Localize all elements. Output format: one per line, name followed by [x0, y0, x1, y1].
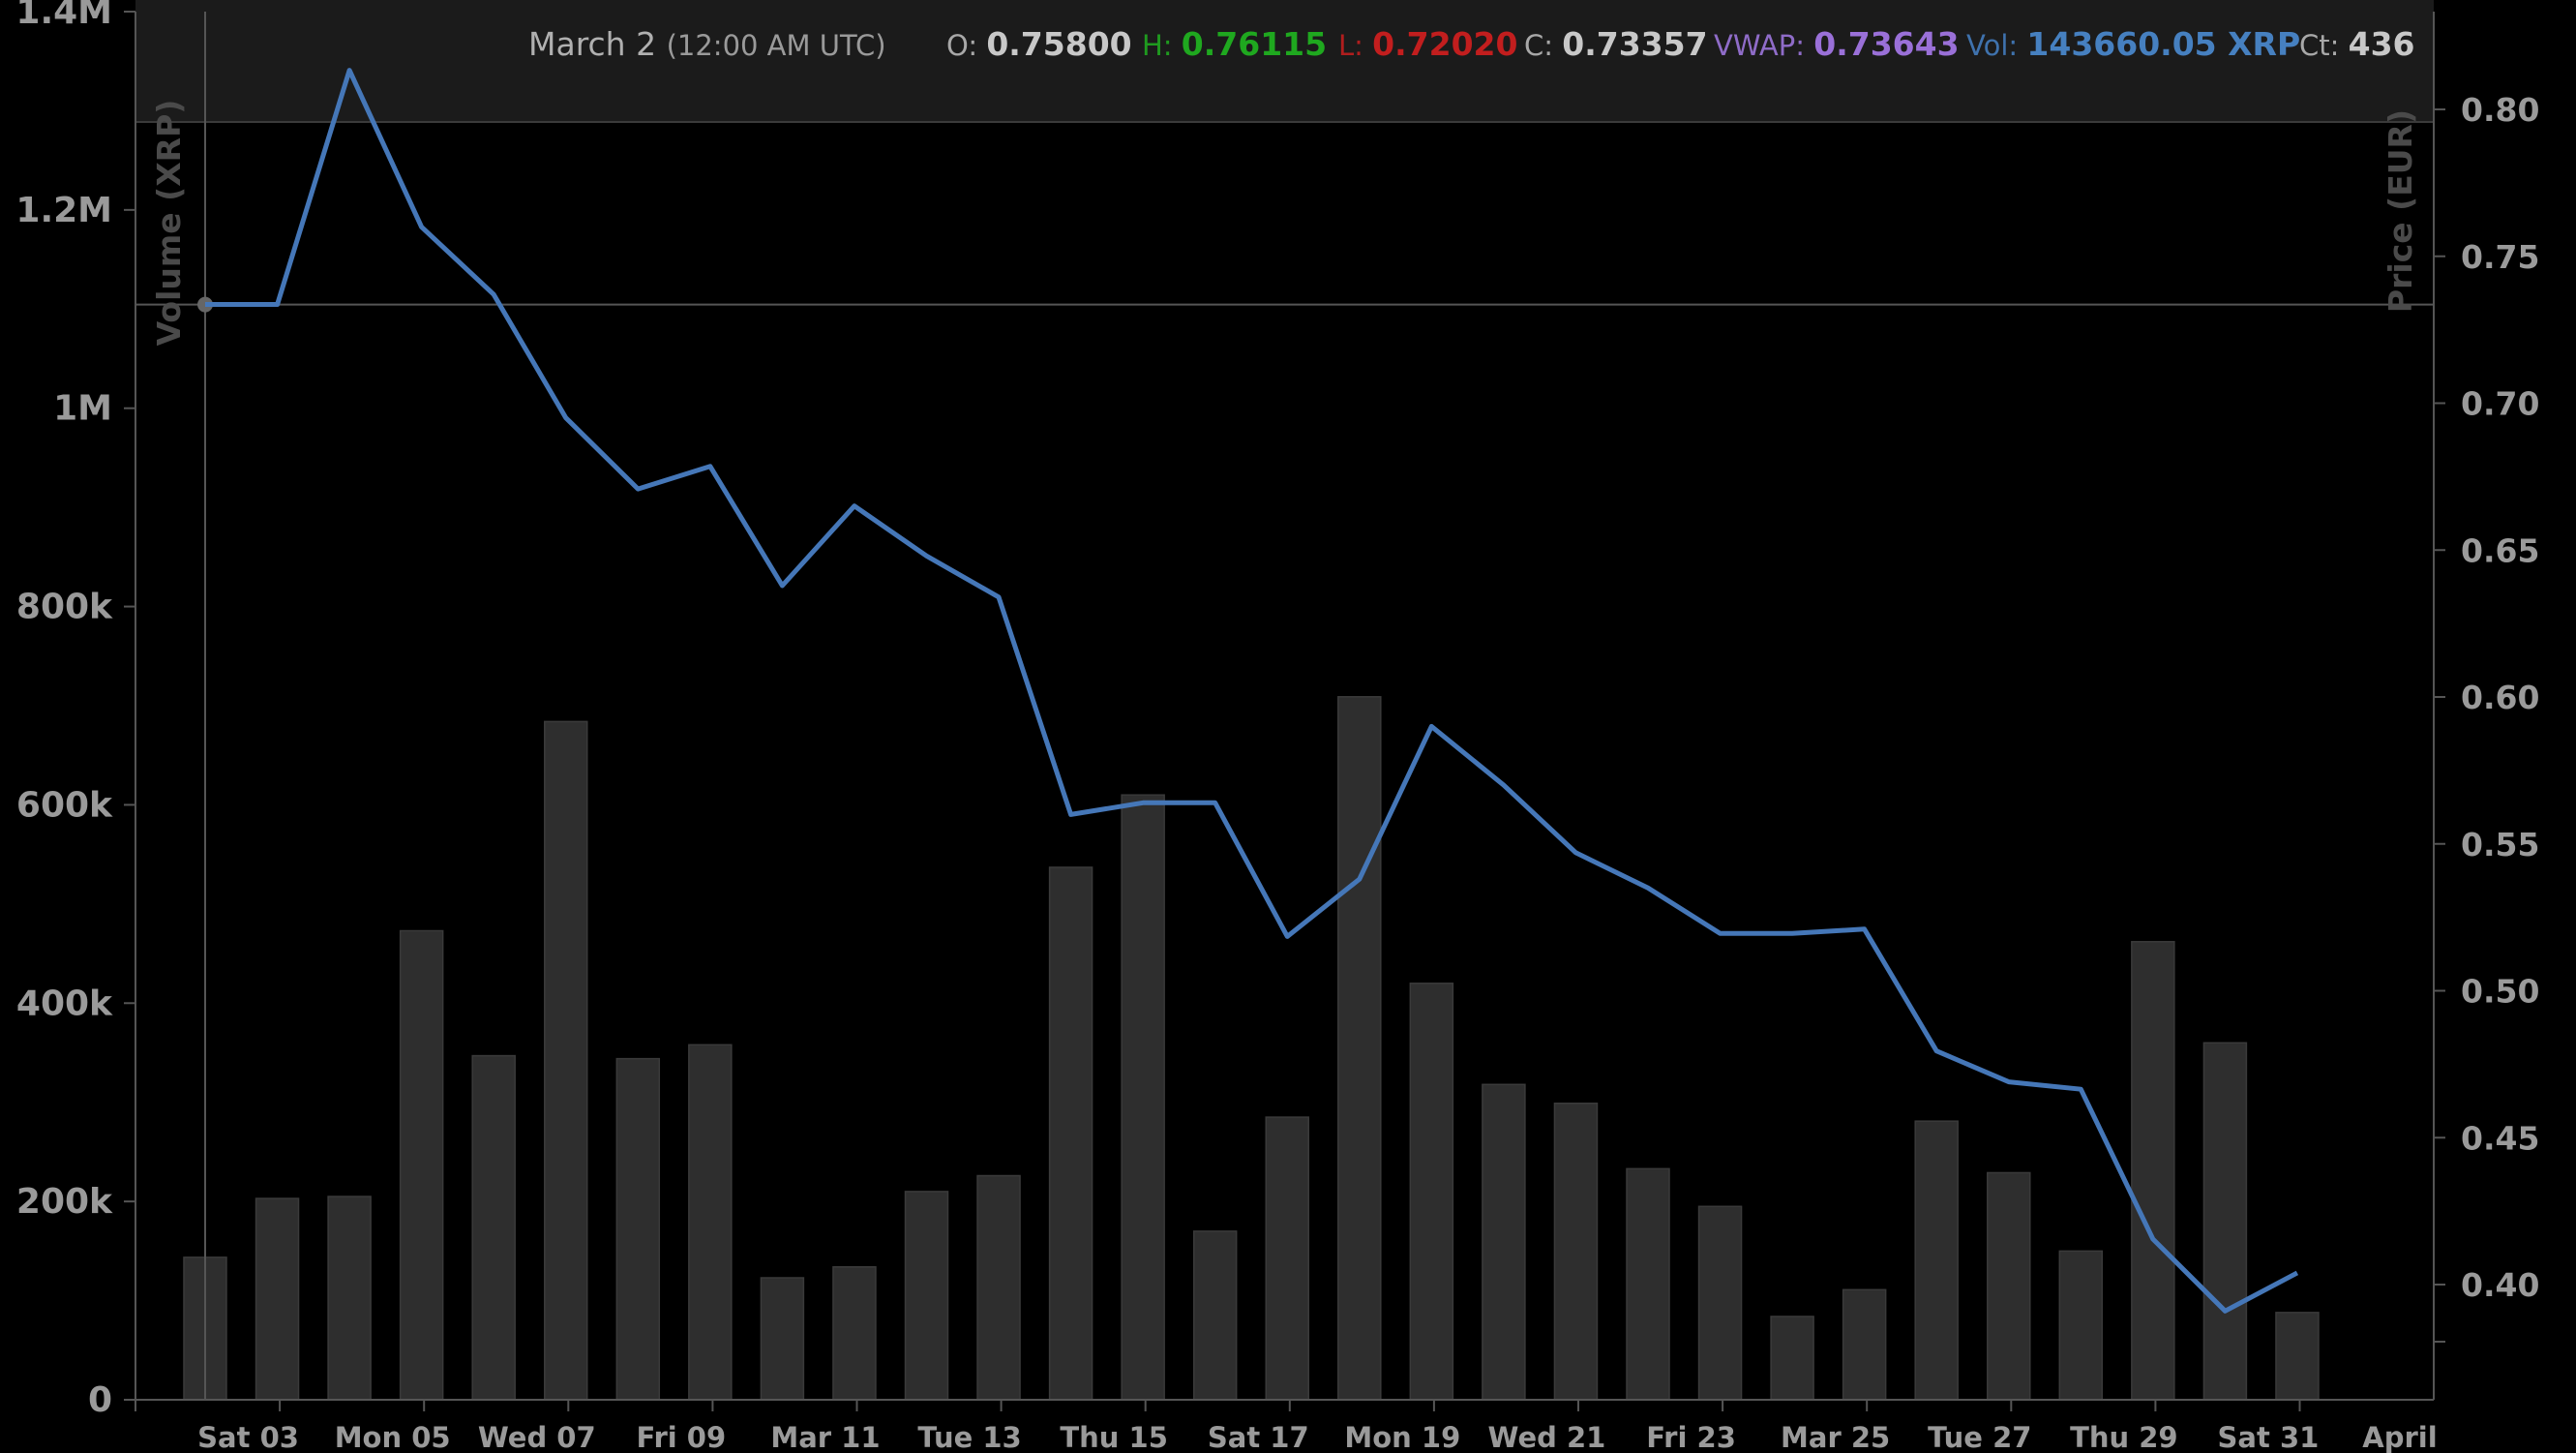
volume-bar: [1337, 696, 1382, 1401]
x-tick-label: Tue 27: [1928, 1421, 2031, 1453]
volume-bar: [1987, 1171, 2031, 1401]
info-item: O: 0.75800: [946, 25, 1132, 63]
left-tick-label: 1.4M: [15, 0, 112, 32]
volume-bar: [1048, 866, 1093, 1401]
volume-bar: [760, 1277, 805, 1401]
left-tick-label: 0: [88, 1380, 112, 1420]
right-tick-label: 0.65: [2461, 531, 2539, 569]
x-tick-label: Mar 11: [770, 1421, 880, 1453]
info-item-label: Vol:: [1966, 29, 2026, 62]
left-tick-label: 200k: [16, 1182, 113, 1222]
right-tick-label: 0.40: [2461, 1266, 2539, 1304]
volume-bar: [688, 1044, 733, 1401]
x-tick-label: Wed 21: [1488, 1421, 1606, 1453]
info-item-value: 0.75800: [986, 25, 1131, 63]
info-date: March 2 (12:00 AM UTC): [528, 25, 886, 63]
info-item: VWAP: 0.73643: [1714, 25, 1960, 63]
volume-bar: [1121, 794, 1165, 1401]
right-axis-title: Price (EUR): [2381, 109, 2419, 313]
right-tick-label: 0.75: [2461, 238, 2539, 276]
right-tick-label: 0.80: [2461, 91, 2539, 129]
left-tick-label: 1M: [53, 389, 112, 429]
volume-bar: [615, 1057, 661, 1401]
ohlc-info-bar: March 2 (12:00 AM UTC) O: 0.75800 H: 0.761…: [528, 25, 2415, 63]
volume-bar: [1192, 1230, 1238, 1401]
info-item-value: 143660.05 XRP: [2026, 25, 2300, 63]
info-item: H: 0.76115: [1142, 25, 1327, 63]
volume-bar: [1697, 1205, 1743, 1401]
info-item: Ct: 436: [2299, 25, 2415, 63]
info-item-label: VWAP:: [1714, 29, 1813, 62]
info-item-label: H:: [1142, 29, 1182, 62]
volume-bar: [1770, 1316, 1814, 1401]
info-item: L: 0.72020: [1338, 25, 1517, 63]
volume-bar: [1626, 1167, 1670, 1401]
volume-bar: [327, 1196, 372, 1401]
volume-bar: [976, 1174, 1021, 1401]
volume-bar: [1842, 1288, 1887, 1401]
volume-bar: [2131, 941, 2175, 1401]
left-tick-label: 400k: [16, 984, 113, 1023]
x-tick-label: Mon 05: [335, 1421, 451, 1453]
left-tick-label: 800k: [16, 588, 113, 627]
volume-bar: [904, 1191, 949, 1401]
x-tick-label: Mon 19: [1344, 1421, 1460, 1453]
volume-bar: [471, 1054, 516, 1401]
right-tick-label: 0.50: [2461, 973, 2539, 1011]
volume-bar: [1265, 1116, 1309, 1401]
left-tick-label: 1.2M: [15, 191, 112, 230]
left-axis-title: Volume (XRP): [150, 100, 188, 347]
volume-bar: [1409, 983, 1454, 1401]
x-tick-label: Mar 25: [1781, 1421, 1890, 1453]
info-item: Vol: 143660.05 XRP: [1966, 25, 2300, 63]
volume-bar: [255, 1197, 300, 1401]
left-tick-label: 600k: [16, 785, 113, 825]
x-tick-label: Sat 31: [2218, 1421, 2320, 1453]
volume-bar: [1553, 1102, 1599, 1401]
info-item-label: Ct:: [2299, 29, 2349, 62]
info-item-value: 0.72020: [1372, 25, 1517, 63]
volume-bar: [2202, 1042, 2248, 1401]
right-tick-label: 0.55: [2461, 826, 2539, 863]
info-item-value: 436: [2349, 25, 2415, 63]
volume-bar: [832, 1265, 877, 1401]
volume-price-chart: 0 200k 400k 600k 800k 1M 1.2M 1.4M 0.40 0.45 0.50 0…: [0, 0, 2576, 1453]
volume-bar: [1914, 1120, 1959, 1401]
x-tick-label: April: [2362, 1421, 2437, 1453]
right-tick-label: 0.60: [2461, 679, 2539, 716]
info-item-value: 0.73357: [1562, 25, 1707, 63]
x-tick-label: Fri 09: [637, 1421, 727, 1453]
volume-bar: [2275, 1312, 2320, 1401]
info-item: C: 0.73357: [1524, 25, 1708, 63]
info-item-label: C:: [1524, 29, 1562, 62]
info-time-label: (12:00 AM UTC): [667, 29, 886, 62]
x-tick-label: Sat 03: [197, 1421, 299, 1453]
volume-bar: [1482, 1083, 1526, 1401]
volume-bar: [2058, 1250, 2104, 1401]
x-tick-label: Tue 13: [917, 1421, 1021, 1453]
info-item-value: 0.76115: [1182, 25, 1327, 63]
x-tick-label: Fri 23: [1646, 1421, 1736, 1453]
x-tick-label: Thu 29: [2070, 1421, 2178, 1453]
right-tick-label: 0.70: [2461, 385, 2539, 423]
info-item-label: O:: [946, 29, 986, 62]
info-item-label: L:: [1338, 29, 1372, 62]
right-tick-label: 0.45: [2461, 1119, 2539, 1157]
info-date-label: March 2: [528, 25, 667, 63]
info-item-value: 0.73643: [1813, 25, 1959, 63]
volume-bar: [544, 720, 588, 1401]
x-tick-label: Wed 07: [478, 1421, 596, 1453]
x-tick-label: Sat 17: [1208, 1421, 1309, 1453]
volume-bar: [399, 929, 444, 1401]
x-tick-label: Thu 15: [1060, 1421, 1168, 1453]
